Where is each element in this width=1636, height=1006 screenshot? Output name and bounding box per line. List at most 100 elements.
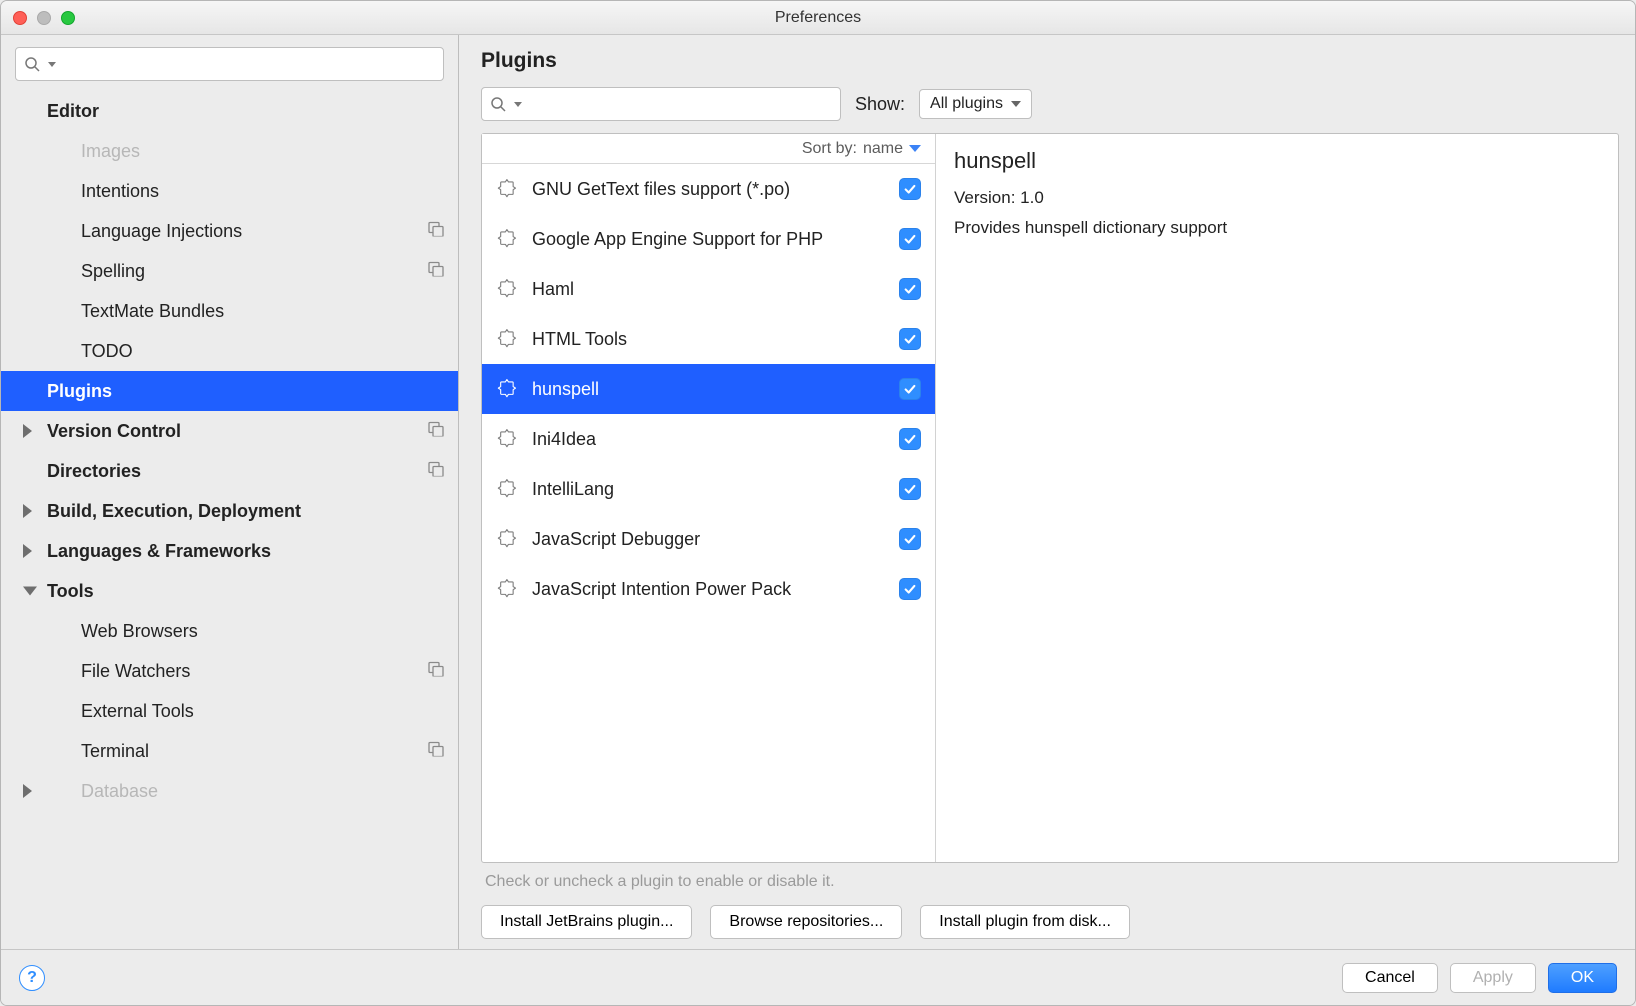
tree-item-label: Version Control bbox=[47, 421, 444, 442]
plugin-row[interactable]: hunspell bbox=[482, 364, 935, 414]
chevron-down-icon bbox=[909, 145, 921, 152]
sort-value: name bbox=[863, 140, 903, 158]
plugin-name: IntelliLang bbox=[532, 479, 885, 500]
search-row: Show: All plugins bbox=[481, 87, 1619, 121]
plugin-name: Ini4Idea bbox=[532, 429, 885, 450]
plugin-icon bbox=[496, 428, 518, 450]
plugin-row[interactable]: Google App Engine Support for PHP bbox=[482, 214, 935, 264]
minimize-window-button[interactable] bbox=[37, 11, 51, 25]
plugin-row[interactable]: GNU GetText files support (*.po) bbox=[482, 164, 935, 214]
chevron-right-icon bbox=[23, 504, 32, 518]
apply-button[interactable]: Apply bbox=[1450, 963, 1536, 993]
sidebar-search-input[interactable] bbox=[62, 56, 435, 73]
tree-item-label: Database bbox=[81, 781, 444, 802]
plugin-enabled-checkbox[interactable] bbox=[899, 278, 921, 300]
tree-item[interactable]: Build, Execution, Deployment bbox=[1, 491, 458, 531]
chevron-right-icon bbox=[23, 544, 32, 558]
browse-repositories-button[interactable]: Browse repositories... bbox=[710, 905, 902, 939]
tree-item[interactable]: Spelling bbox=[1, 251, 458, 291]
plugin-detail: hunspell Version: 1.0 Provides hunspell … bbox=[936, 134, 1618, 862]
plugin-detail-name: hunspell bbox=[954, 148, 1600, 174]
chevron-down-icon bbox=[514, 102, 522, 107]
tree-item[interactable]: Tools bbox=[1, 571, 458, 611]
tree-item[interactable]: File Watchers bbox=[1, 651, 458, 691]
plugin-name: HTML Tools bbox=[532, 329, 885, 350]
content: Editor Images Intentions Language Injection… bbox=[1, 35, 1635, 949]
plugin-search[interactable] bbox=[481, 87, 841, 121]
tree-item[interactable]: Web Browsers bbox=[1, 611, 458, 651]
zoom-window-button[interactable] bbox=[61, 11, 75, 25]
tree-item[interactable]: Language Injections bbox=[1, 211, 458, 251]
sidebar: Editor Images Intentions Language Injection… bbox=[1, 35, 459, 949]
show-label: Show: bbox=[855, 94, 905, 115]
scope-icon bbox=[428, 421, 444, 442]
tree-item[interactable]: External Tools bbox=[1, 691, 458, 731]
plugin-detail-description: Provides hunspell dictionary support bbox=[954, 218, 1600, 238]
settings-tree[interactable]: Editor Images Intentions Language Injection… bbox=[1, 89, 458, 949]
scope-icon bbox=[428, 741, 444, 762]
tree-item[interactable]: Terminal bbox=[1, 731, 458, 771]
tree-item-label: Web Browsers bbox=[81, 621, 444, 642]
scope-icon bbox=[428, 461, 444, 482]
tree-item[interactable]: Editor bbox=[1, 91, 458, 131]
plugin-icon bbox=[496, 328, 518, 350]
plugin-enabled-checkbox[interactable] bbox=[899, 178, 921, 200]
plugin-icon bbox=[496, 378, 518, 400]
scope-icon bbox=[428, 661, 444, 682]
chevron-down-icon bbox=[48, 62, 56, 67]
plugin-row[interactable]: HTML Tools bbox=[482, 314, 935, 364]
tree-item[interactable]: TextMate Bundles bbox=[1, 291, 458, 331]
plugin-list[interactable]: GNU GetText files support (*.po)Google A… bbox=[482, 164, 935, 862]
plugin-row[interactable]: IntelliLang bbox=[482, 464, 935, 514]
search-icon bbox=[490, 96, 506, 112]
tree-item-label: Plugins bbox=[47, 381, 444, 402]
plugin-row[interactable]: Ini4Idea bbox=[482, 414, 935, 464]
sidebar-search[interactable] bbox=[15, 47, 444, 81]
plugin-enabled-checkbox[interactable] bbox=[899, 578, 921, 600]
plugin-enabled-checkbox[interactable] bbox=[899, 528, 921, 550]
tree-item-label: Directories bbox=[47, 461, 444, 482]
chevron-right-icon bbox=[23, 424, 32, 438]
install-from-disk-button[interactable]: Install plugin from disk... bbox=[920, 905, 1130, 939]
tree-item-label: File Watchers bbox=[81, 661, 444, 682]
plugin-enabled-checkbox[interactable] bbox=[899, 478, 921, 500]
tree-item[interactable]: Directories bbox=[1, 451, 458, 491]
show-dropdown[interactable]: All plugins bbox=[919, 89, 1032, 119]
tree-item[interactable]: Version Control bbox=[1, 411, 458, 451]
tree-item[interactable]: Database bbox=[1, 771, 458, 811]
plugin-list-column: Sort by: name GNU GetText files support … bbox=[482, 134, 936, 862]
chevron-right-icon bbox=[23, 784, 32, 798]
plugin-row[interactable]: JavaScript Debugger bbox=[482, 514, 935, 564]
cancel-button[interactable]: Cancel bbox=[1342, 963, 1438, 993]
search-icon bbox=[24, 56, 40, 72]
plugin-enabled-checkbox[interactable] bbox=[899, 328, 921, 350]
tree-item-label: Images bbox=[81, 141, 444, 162]
plugin-search-input[interactable] bbox=[528, 96, 832, 113]
tree-item[interactable]: Languages & Frameworks bbox=[1, 531, 458, 571]
tree-item[interactable]: Plugins bbox=[1, 371, 458, 411]
help-button[interactable]: ? bbox=[19, 965, 45, 991]
show-value: All plugins bbox=[930, 95, 1003, 113]
plugin-icon bbox=[496, 278, 518, 300]
tree-item[interactable]: Images bbox=[1, 131, 458, 171]
tree-item-label: Intentions bbox=[81, 181, 444, 202]
plugin-icon bbox=[496, 578, 518, 600]
tree-item[interactable]: Intentions bbox=[1, 171, 458, 211]
tree-item[interactable]: TODO bbox=[1, 331, 458, 371]
ok-button[interactable]: OK bbox=[1548, 963, 1617, 993]
install-jetbrains-button[interactable]: Install JetBrains plugin... bbox=[481, 905, 692, 939]
sort-header[interactable]: Sort by: name bbox=[482, 134, 935, 164]
tree-item-label: Language Injections bbox=[81, 221, 444, 242]
plugin-name: hunspell bbox=[532, 379, 885, 400]
plugin-row[interactable]: Haml bbox=[482, 264, 935, 314]
tree-item-label: Editor bbox=[47, 101, 444, 122]
plugin-row[interactable]: JavaScript Intention Power Pack bbox=[482, 564, 935, 614]
plugin-enabled-checkbox[interactable] bbox=[899, 378, 921, 400]
footer: ? Cancel Apply OK bbox=[1, 949, 1635, 1005]
scope-icon bbox=[428, 221, 444, 242]
plugin-enabled-checkbox[interactable] bbox=[899, 228, 921, 250]
close-window-button[interactable] bbox=[13, 11, 27, 25]
button-row: Install JetBrains plugin... Browse repos… bbox=[481, 905, 1619, 939]
window-title: Preferences bbox=[1, 9, 1635, 27]
plugin-enabled-checkbox[interactable] bbox=[899, 428, 921, 450]
